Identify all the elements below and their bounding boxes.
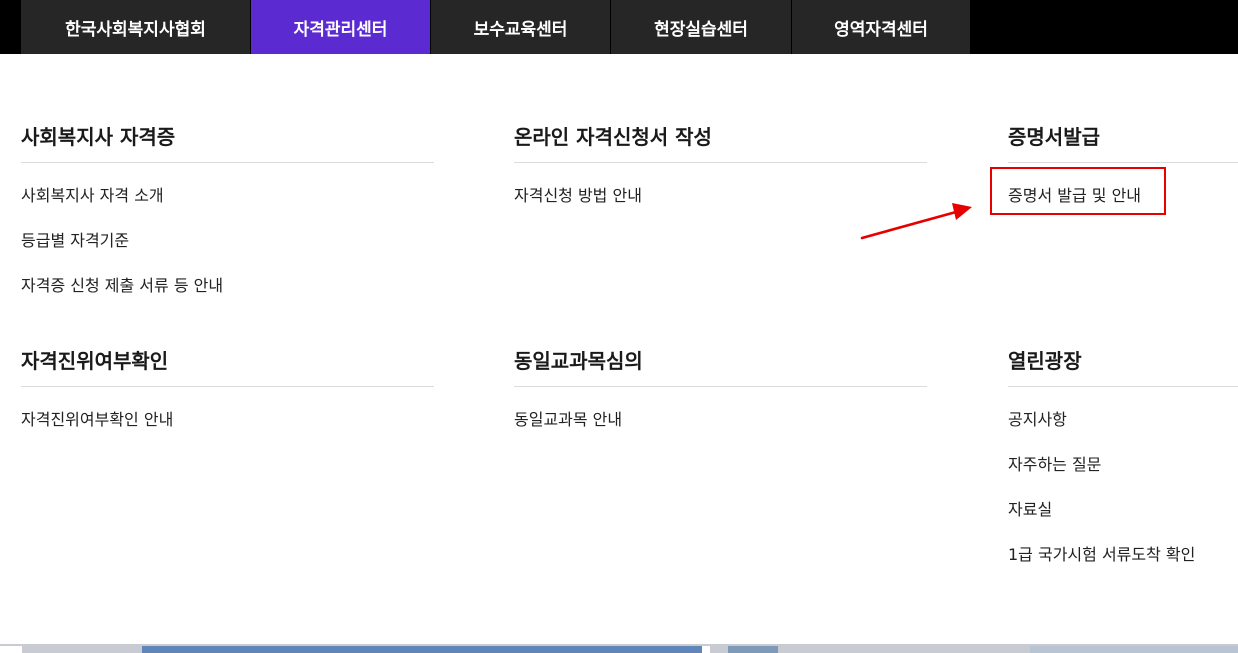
- link-resources[interactable]: 자료실: [1008, 496, 1052, 520]
- tab-continuing-education[interactable]: 보수교육센터: [431, 0, 610, 54]
- divider: [1008, 386, 1238, 387]
- link-equivalent-course-guide[interactable]: 동일교과목 안내: [514, 406, 622, 430]
- section-title-social-worker-license[interactable]: 사회복지사 자격증: [21, 121, 175, 150]
- divider: [1008, 162, 1238, 163]
- link-certificate-issuance-guide[interactable]: 증명서 발급 및 안내: [1008, 182, 1141, 206]
- section-title-open-plaza[interactable]: 열린광장: [1008, 345, 1082, 374]
- tab-field-practice[interactable]: 현장실습센터: [611, 0, 791, 54]
- divider: [514, 386, 927, 387]
- red-arrow-icon: [860, 203, 972, 240]
- top-navigation-bar: 한국사회복지사협회 자격관리센터 보수교육센터 현장실습센터 영역자격센터: [0, 0, 1238, 54]
- divider: [514, 162, 927, 163]
- link-faq[interactable]: 자주하는 질문: [1008, 451, 1101, 475]
- link-grade-criteria[interactable]: 등급별 자격기준: [21, 227, 129, 251]
- link-exam-document-arrival[interactable]: 1급 국가시험 서류도착 확인: [1008, 541, 1195, 565]
- page-banner-edge: [0, 644, 1238, 653]
- link-authenticity-guide[interactable]: 자격진위여부확인 안내: [21, 406, 173, 430]
- link-submission-documents[interactable]: 자격증 신청 제출 서류 등 안내: [21, 272, 223, 296]
- section-title-equivalent-course-review[interactable]: 동일교과목심의: [514, 345, 643, 374]
- link-application-guide[interactable]: 자격신청 방법 안내: [514, 182, 642, 206]
- divider: [21, 162, 434, 163]
- link-qualification-intro[interactable]: 사회복지사 자격 소개: [21, 182, 164, 206]
- divider: [21, 386, 434, 387]
- tab-kasw[interactable]: 한국사회복지사협회: [21, 0, 250, 54]
- section-title-authenticity-check[interactable]: 자격진위여부확인: [21, 345, 168, 374]
- section-title-certificate-issuance[interactable]: 증명서발급: [1008, 121, 1100, 150]
- section-title-online-application[interactable]: 온라인 자격신청서 작성: [514, 121, 712, 150]
- tab-domain-qualification[interactable]: 영역자격센터: [792, 0, 970, 54]
- tab-qualification-center[interactable]: 자격관리센터: [251, 0, 430, 54]
- link-notices[interactable]: 공지사항: [1008, 406, 1067, 430]
